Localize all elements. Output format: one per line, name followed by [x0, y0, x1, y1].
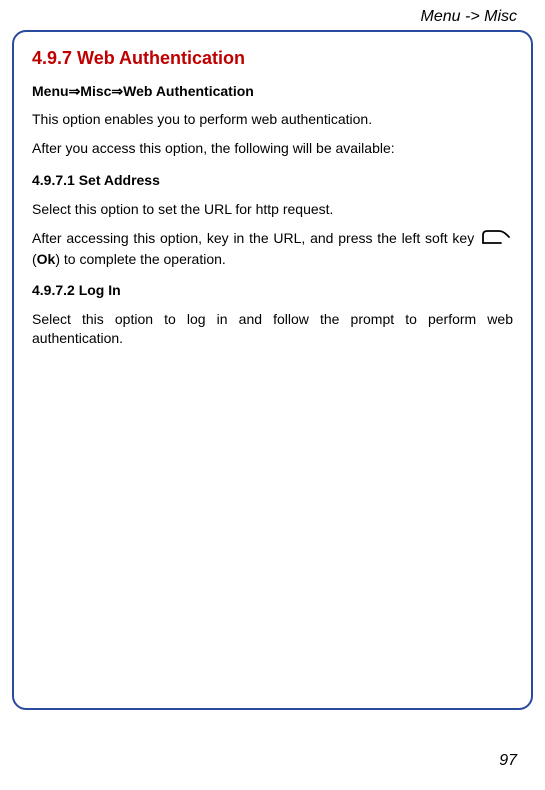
arrow-icon: ⇒ [111, 83, 123, 99]
menu-path-part2: Misc [80, 83, 111, 99]
menu-path: Menu⇒Misc⇒Web Authentication [32, 83, 513, 100]
arrow-icon: ⇒ [69, 83, 81, 99]
page-number: 97 [499, 752, 517, 770]
text-before-icon: After accessing this option, key in the … [32, 230, 479, 246]
intro-paragraph-2: After you access this option, the follow… [32, 139, 513, 158]
intro-paragraph-1: This option enables you to perform web a… [32, 110, 513, 129]
menu-path-part3: Web Authentication [123, 83, 254, 99]
sub-heading-set-address: 4.9.7.1 Set Address [32, 172, 513, 188]
log-in-paragraph: Select this option to log in and follow … [32, 310, 513, 348]
sub-heading-log-in: 4.9.7.2 Log In [32, 282, 513, 298]
set-address-paragraph-2: After accessing this option, key in the … [32, 229, 513, 269]
text-after-ok: ) to complete the operation. [55, 251, 225, 267]
soft-key-icon [481, 229, 511, 250]
set-address-paragraph-1: Select this option to set the URL for ht… [32, 200, 513, 219]
section-heading: 4.9.7 Web Authentication [32, 48, 513, 69]
ok-label: Ok [37, 251, 56, 267]
menu-path-part1: Menu [32, 83, 69, 99]
content-frame: 4.9.7 Web Authentication Menu⇒Misc⇒Web A… [12, 30, 533, 710]
page-header-breadcrumb: Menu -> Misc [0, 0, 545, 30]
